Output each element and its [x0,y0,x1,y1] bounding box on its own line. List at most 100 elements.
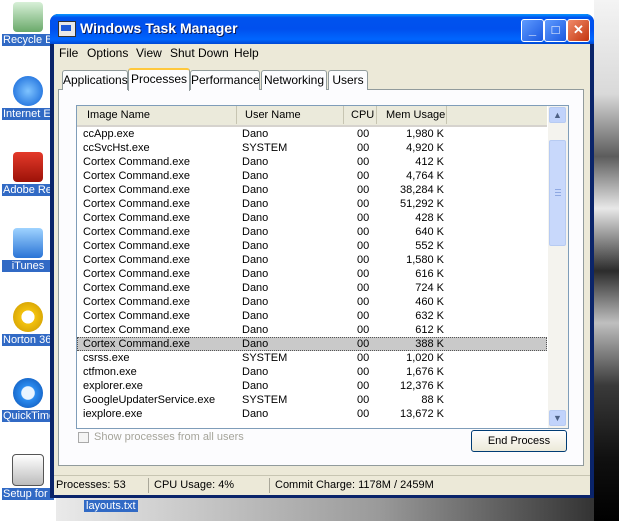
menu-file[interactable]: File [59,46,78,60]
process-row[interactable]: ccSvcHst.exe SYSTEM 00 4,920 K [77,141,547,155]
task-manager-icon [58,21,76,37]
status-processes-count: Processes: 53 [54,478,149,493]
desktop-icon-label: iTunes [2,260,54,272]
process-user-name: Dano [242,310,269,322]
process-row[interactable]: Cortex Command.exe Dano 00 632 K [77,309,547,323]
maximize-button[interactable]: □ [544,19,567,42]
norton-icon [13,302,43,332]
process-list-scrollbar[interactable]: ▲ ▼ [548,106,568,428]
process-row[interactable]: csrss.exe SYSTEM 00 1,020 K [77,351,547,365]
process-mem-usage: 88 K [421,394,444,406]
process-user-name: Dano [242,324,269,336]
tab-applications[interactable]: Applications [62,70,128,90]
process-row[interactable]: Cortex Command.exe Dano 00 412 K [77,155,547,169]
process-row[interactable]: Cortex Command.exe Dano 00 612 K [77,323,547,337]
menu-shut-down[interactable]: Shut Down [170,46,229,60]
status-cpu-usage: CPU Usage: 4% [152,478,270,493]
process-row[interactable]: Cortex Command.exe Dano 00 51,292 K [77,197,547,211]
desktop-icon-adobe-reader[interactable]: Adobe Reader 8 [2,152,54,196]
column-header-user-name[interactable]: User Name [237,106,344,124]
desktop-icon-recycle-bin[interactable]: Recycle Bin [2,2,54,46]
desktop-icon-label: Adobe Reader 8 [2,184,54,196]
itunes-icon [13,228,43,258]
process-image-name: Cortex Command.exe [83,338,190,350]
process-image-name: ccSvcHst.exe [83,142,150,154]
tab-users[interactable]: Users [328,70,368,90]
tab-performance[interactable]: Performance [190,70,260,90]
process-row[interactable]: Cortex Command.exe Dano 00 388 K [77,337,547,351]
process-mem-usage: 388 K [415,338,444,350]
chevron-down-icon: ▼ [553,413,562,423]
column-header-image-name[interactable]: Image Name [77,106,237,124]
process-mem-usage: 4,920 K [406,142,444,154]
process-image-name: csrss.exe [83,352,130,364]
process-cpu: 00 [357,380,370,392]
scroll-up-button[interactable]: ▲ [549,107,566,123]
desktop-icon-label: Norton 360 [2,334,54,346]
end-process-button[interactable]: End Process [471,430,567,452]
show-all-processes-label[interactable]: Show processes from all users [94,431,244,443]
process-row[interactable]: Cortex Command.exe Dano 00 616 K [77,267,547,281]
process-row[interactable]: Cortex Command.exe Dano 00 640 K [77,225,547,239]
process-user-name: Dano [242,254,269,266]
process-row[interactable]: Cortex Command.exe Dano 00 724 K [77,281,547,295]
process-user-name: SYSTEM [242,142,288,154]
process-list[interactable]: Image Name User Name CPU Mem Usage ccApp… [76,105,569,429]
setup-icon [12,454,44,486]
process-cpu: 00 [357,254,370,266]
status-bar: Processes: 53 CPU Usage: 4% Commit Charg… [54,475,590,495]
close-button[interactable]: ✕ [567,19,590,42]
process-mem-usage: 616 K [415,268,444,280]
tab-processes[interactable]: Processes [128,68,190,91]
process-row[interactable]: Cortex Command.exe Dano 00 4,764 K [77,169,547,183]
column-header-mem-usage[interactable]: Mem Usage [377,106,447,124]
process-image-name: Cortex Command.exe [83,282,190,294]
desktop-icon-setup[interactable]: Setup for Microsoft I... [2,454,54,500]
menu-bar: File Options View Shut Down Help [54,44,590,62]
process-user-name: Dano [242,128,269,140]
title-bar[interactable]: Windows Task Manager _ □ ✕ [50,14,594,44]
process-cpu: 00 [357,408,370,420]
process-user-name: Dano [242,282,269,294]
process-row[interactable]: Cortex Command.exe Dano 00 552 K [77,239,547,253]
process-mem-usage: 1,580 K [406,254,444,266]
desktop-file-label[interactable]: layouts.txt [84,500,138,512]
process-row[interactable]: Cortex Command.exe Dano 00 38,284 K [77,183,547,197]
process-row[interactable]: Cortex Command.exe Dano 00 428 K [77,211,547,225]
menu-view[interactable]: View [136,46,162,60]
process-row[interactable]: ccApp.exe Dano 00 1,980 K [77,127,547,141]
process-image-name: ccApp.exe [83,128,135,140]
process-row[interactable]: explorer.exe Dano 00 12,376 K [77,379,547,393]
process-mem-usage: 51,292 K [399,198,444,210]
chevron-up-icon: ▲ [553,110,562,120]
desktop-icon-label: Setup for Microsoft I... [2,488,54,500]
process-user-name: Dano [242,366,269,378]
minimize-button[interactable]: _ [521,19,544,42]
process-cpu: 00 [357,394,370,406]
process-user-name: Dano [242,268,269,280]
process-mem-usage: 724 K [415,282,444,294]
menu-help[interactable]: Help [234,46,259,60]
process-row[interactable]: GoogleUpdaterService.exe SYSTEM 00 88 K [77,393,547,407]
desktop-icon-quicktime[interactable]: QuickTime Player [2,378,54,422]
process-mem-usage: 13,672 K [399,408,444,420]
desktop-icon-itunes[interactable]: iTunes [2,228,54,272]
scroll-down-button[interactable]: ▼ [549,410,566,426]
internet-explorer-icon [13,76,43,106]
process-row[interactable]: ctfmon.exe Dano 00 1,676 K [77,365,547,379]
process-image-name: ctfmon.exe [83,366,137,378]
window-title: Windows Task Manager [80,20,238,36]
process-row[interactable]: iexplore.exe Dano 00 13,672 K [77,407,547,421]
menu-options[interactable]: Options [87,46,128,60]
process-image-name: Cortex Command.exe [83,268,190,280]
desktop-icon-internet-explorer[interactable]: Internet Explorer [2,76,54,120]
scroll-thumb[interactable] [549,140,566,246]
tab-networking[interactable]: Networking [261,70,327,90]
process-cpu: 00 [357,128,370,140]
desktop-icon-norton[interactable]: Norton 360 [2,302,54,346]
process-row[interactable]: Cortex Command.exe Dano 00 460 K [77,295,547,309]
column-header-cpu[interactable]: CPU [344,106,377,124]
process-mem-usage: 640 K [415,226,444,238]
show-all-processes-checkbox[interactable] [78,432,89,443]
process-row[interactable]: Cortex Command.exe Dano 00 1,580 K [77,253,547,267]
